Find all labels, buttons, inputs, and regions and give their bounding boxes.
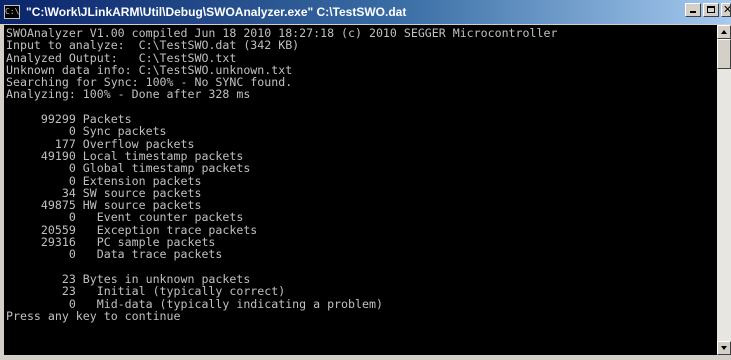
close-button[interactable]: [721, 3, 731, 17]
window-bottom-border: [0, 355, 731, 360]
console-line: 0 Data trace packets: [6, 247, 223, 262]
console-output-area[interactable]: SWOAnalyzer V1.00 compiled Jun 18 2010 1…: [4, 25, 717, 355]
window-title: "C:\Work\JLinkARM\Util\Debug\SWOAnalyzer…: [26, 5, 407, 19]
scrollbar-thumb[interactable]: [717, 39, 731, 69]
window-controls: [683, 3, 731, 17]
console-output-text: SWOAnalyzer V1.00 compiled Jun 18 2010 1…: [4, 25, 717, 322]
title-bar[interactable]: C:\ "C:\Work\JLinkARM\Util\Debug\SWOAnal…: [0, 0, 731, 24]
maximize-button[interactable]: [703, 3, 719, 17]
console-line: Press any key to continue: [6, 308, 181, 323]
vertical-scrollbar[interactable]: [717, 25, 731, 355]
scroll-down-button[interactable]: [717, 341, 731, 355]
console-window: C:\ "C:\Work\JLinkARM\Util\Debug\SWOAnal…: [0, 0, 731, 360]
scroll-up-button[interactable]: [717, 25, 731, 39]
console-line: Analyzing: 100% - Done after 328 ms: [6, 87, 251, 102]
console-app-icon[interactable]: C:\: [4, 5, 20, 19]
minimize-button[interactable]: [685, 3, 701, 17]
